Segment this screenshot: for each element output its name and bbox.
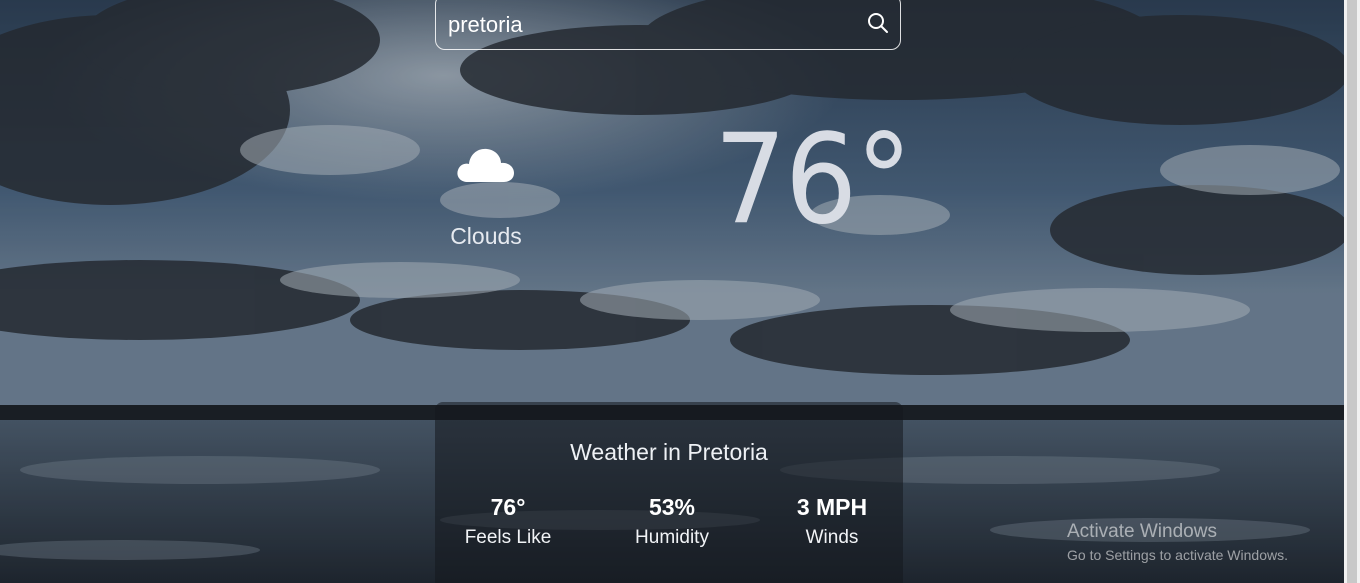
feels-like-value: 76° <box>490 494 526 520</box>
feels-like-label: Feels Like <box>464 527 552 548</box>
winds-stat: 3 MPH Winds <box>762 494 902 549</box>
humidity-value: 53% <box>648 494 696 520</box>
activate-windows-watermark: Activate Windows Go to Settings to activ… <box>1067 521 1288 563</box>
humidity-stat: 53% Humidity <box>602 494 742 549</box>
current-temperature: 76° <box>714 108 913 252</box>
city-search-input[interactable] <box>448 7 848 43</box>
watermark-subtitle: Go to Settings to activate Windows. <box>1067 547 1288 563</box>
winds-value: 3 MPH <box>796 494 868 520</box>
weather-details-card: Weather in Pretoria 76° Feels Like 53% H… <box>435 402 903 583</box>
vertical-scrollbar[interactable] <box>1344 0 1360 583</box>
search-icon <box>868 13 888 33</box>
current-condition: Clouds <box>440 140 532 250</box>
humidity-label: Humidity <box>635 527 709 548</box>
condition-label: Clouds <box>450 223 522 249</box>
details-title: Weather in Pretoria <box>570 439 768 465</box>
watermark-title: Activate Windows <box>1067 521 1217 542</box>
cloud-icon <box>457 148 514 182</box>
stats-row: 76° Feels Like 53% Humidity 3 MPH Winds <box>435 494 903 554</box>
search-button[interactable] <box>866 11 890 35</box>
scrollbar-thumb[interactable] <box>1347 0 1357 583</box>
winds-label: Winds <box>805 527 859 548</box>
feels-like-stat: 76° Feels Like <box>438 494 578 549</box>
weather-app-page: Clouds 76° Weather in Pretoria 76° Feels… <box>0 0 1360 583</box>
search-bar <box>435 0 901 50</box>
